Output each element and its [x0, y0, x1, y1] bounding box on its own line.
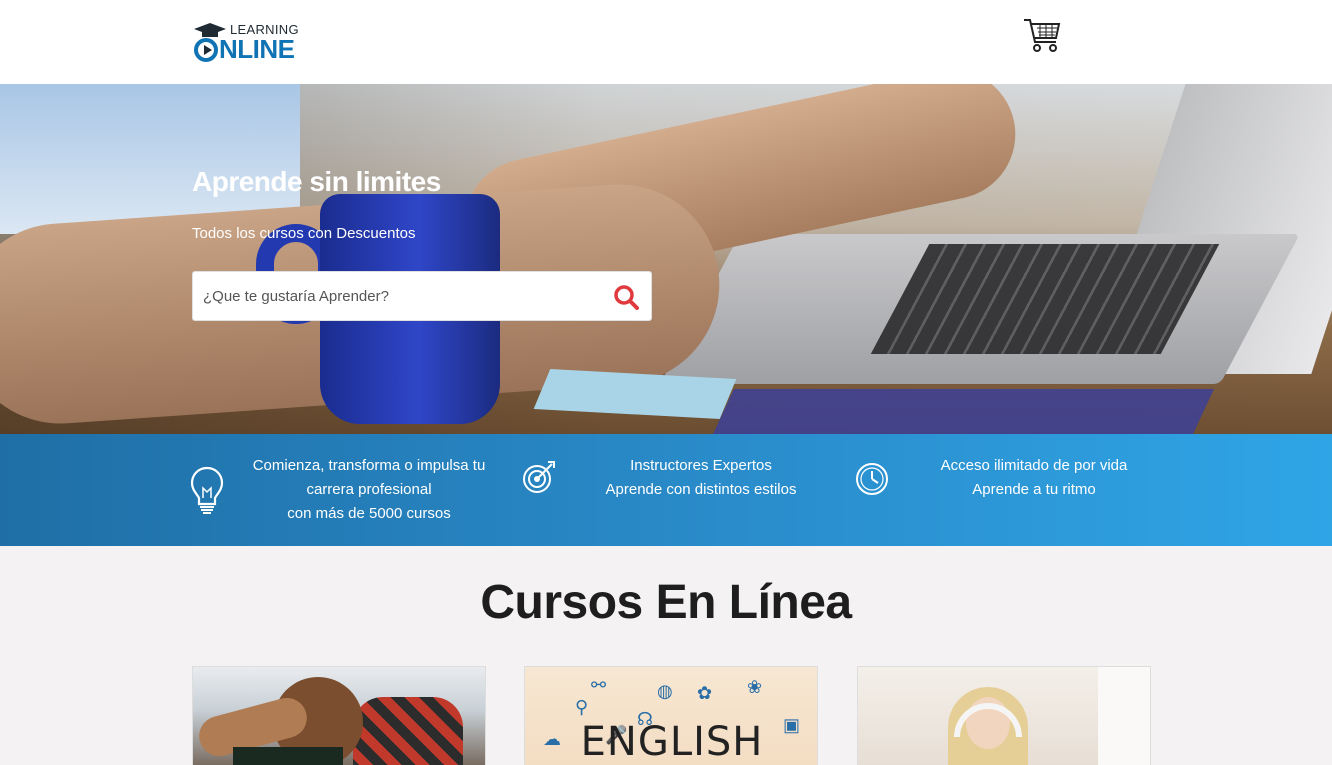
hero-image-note: [533, 369, 737, 419]
target-icon: [523, 461, 555, 493]
course-card-1[interactable]: [192, 666, 486, 765]
shopping-cart-icon[interactable]: [1022, 16, 1062, 54]
search-box: [192, 271, 652, 321]
logo[interactable]: LEARNING NLINE: [192, 20, 307, 64]
card-3-image-window: [1098, 667, 1150, 765]
courses-title: Cursos En Línea: [480, 576, 852, 629]
course-card-2[interactable]: ⚯ ◍ ✿ ❀ ⚲ ☊ ☁ 🎤 ▣ ENGLISH: [524, 666, 818, 765]
play-icon: [194, 37, 218, 62]
doodle-icon: ⚲: [575, 697, 589, 717]
feature-1-line-3: con más de 5000 cursos: [287, 505, 451, 522]
card-2-image-text: ENGLISH: [580, 719, 764, 765]
hero-subtitle: Todos los cursos con Descuentos: [192, 225, 416, 242]
features-bar: Comienza, transforma o impulsa tu carrer…: [0, 434, 1332, 546]
card-1-image-board: [233, 747, 343, 765]
feature-2-line-2: Aprende con distintos estilos: [605, 481, 797, 498]
feature-text-3: Acceso ilimitado de por vida Aprende a t…: [924, 454, 1144, 502]
doodle-icon: ⚯: [591, 675, 607, 695]
feature-text-2: Instructores Expertos Aprende con distin…: [590, 454, 812, 502]
doodle-icon: ❀: [747, 677, 763, 697]
doodle-icon: ✿: [697, 683, 713, 703]
hero-image-keyboard: [870, 244, 1220, 354]
feature-3-line-1: Acceso ilimitado de por vida: [940, 457, 1128, 474]
logo-online-text: NLINE: [194, 34, 295, 65]
clock-icon: [856, 463, 888, 495]
hero-title: Aprende sin limites: [192, 166, 441, 197]
hero-image-folder: [706, 389, 1214, 434]
feature-3-line-2: Aprende a tu ritmo: [972, 481, 1096, 498]
feature-1-line-1: Comienza, transforma o impulsa tu: [252, 457, 486, 474]
search-input[interactable]: [193, 272, 593, 320]
card-1-image-shirt: [353, 697, 463, 765]
feature-2-line-1: Instructores Expertos: [630, 457, 772, 474]
feature-1-line-2: carrera profesional: [306, 481, 432, 498]
search-icon[interactable]: [613, 284, 639, 310]
logo-online-word: NLINE: [219, 34, 295, 64]
doodle-icon: ◍: [657, 681, 673, 701]
course-card-3[interactable]: [857, 666, 1151, 765]
feature-text-1: Comienza, transforma o impulsa tu carrer…: [246, 454, 492, 526]
hero-banner: Aprende sin limites Todos los cursos con…: [0, 84, 1332, 434]
lightbulb-icon: [190, 466, 224, 514]
site-header: LEARNING NLINE: [0, 0, 1332, 84]
